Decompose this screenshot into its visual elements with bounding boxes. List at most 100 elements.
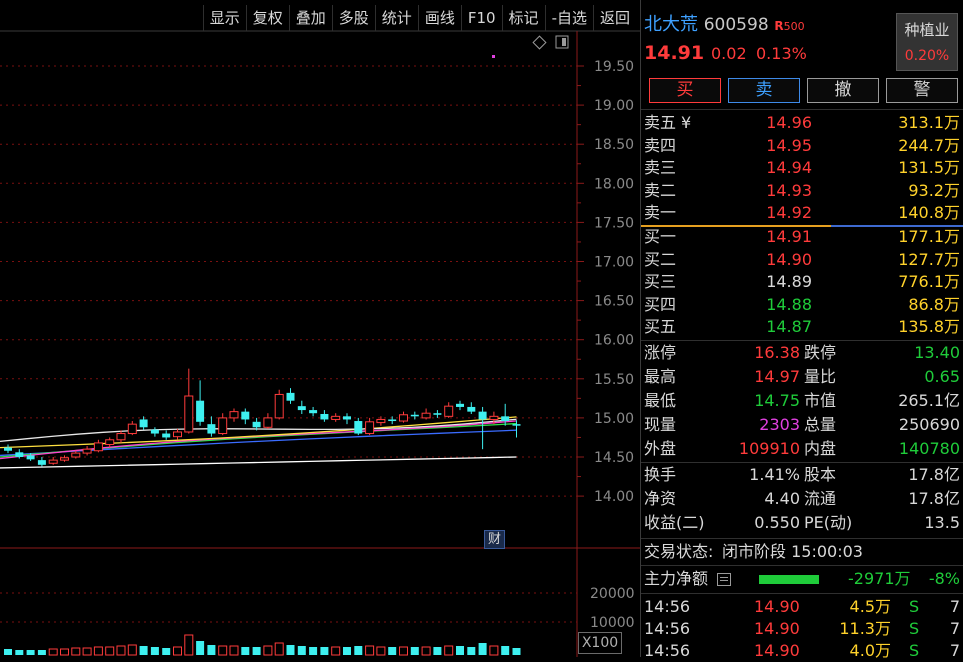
volume-bar-up — [421, 646, 431, 656]
stat-value: 109910 — [738, 439, 800, 458]
list-icon[interactable] — [717, 573, 731, 586]
trade-status-label: 交易状态: — [644, 542, 714, 561]
candle-body-down — [162, 433, 171, 438]
volume-bar-down — [207, 645, 216, 655]
toolbar-multi-stock-button[interactable]: 多股 — [331, 5, 375, 31]
candle-body-down — [467, 406, 476, 412]
ask-row[interactable]: 卖三 14.94 131.5万 — [641, 157, 963, 179]
toolbar-back-button[interactable]: 返回 — [592, 5, 640, 31]
price-axis-label: 15.50 — [594, 372, 634, 388]
ask-row[interactable]: 卖一 14.92 140.8万 — [641, 202, 963, 224]
volume-bar-up — [173, 646, 182, 656]
mainforce-row[interactable]: 主力净额 -2971万 -8% — [641, 568, 963, 590]
ma-yellow — [0, 416, 517, 449]
sector-box[interactable]: 种植业 0.20% — [896, 13, 958, 71]
volume-bar-down — [15, 650, 24, 655]
stat-value: 0.65 — [924, 367, 960, 386]
fundamental-value: 17.8亿 — [908, 489, 960, 508]
volume-bar-down — [26, 650, 35, 655]
toolbar-draw-line-button[interactable]: 画线 — [417, 5, 461, 31]
stat-label: 现量 — [644, 415, 677, 434]
candle-body-down — [354, 421, 363, 434]
ask-volume: 140.8万 — [898, 203, 960, 222]
price-alert-button[interactable]: 警 — [886, 78, 958, 103]
stat-value: 250690 — [898, 415, 960, 434]
tick-count: 7 — [949, 619, 960, 638]
diamond-icon[interactable] — [532, 35, 547, 50]
sell-button[interactable]: 卖 — [728, 78, 800, 103]
bid-row[interactable]: 买四 14.88 86.8万 — [641, 294, 963, 316]
mainforce-bar — [759, 575, 819, 584]
bid-row[interactable]: 买五 14.87 135.8万 — [641, 316, 963, 338]
candle-body-up — [105, 439, 115, 445]
volume-bar-down — [354, 646, 363, 655]
toolbar-display-button[interactable]: 显示 — [202, 5, 246, 31]
tick-row[interactable]: 14:56 14.90 11.3万 S 7 — [641, 618, 963, 640]
tick-price: 14.90 — [754, 597, 800, 616]
price-axis-label: 17.50 — [594, 215, 634, 231]
margin-tag: R500 — [774, 19, 805, 33]
price-axis-label: 16.50 — [594, 294, 634, 310]
stat-label: 内盘 — [804, 439, 837, 458]
bid-row[interactable]: 买二 14.90 127.7万 — [641, 249, 963, 271]
ask-row[interactable]: 卖五 ¥14.96 313.1万 — [641, 112, 963, 134]
kline-svg[interactable]: 19.50 19.00 18.50 18.00 17.50 17.00 16.50 16.00… — [0, 0, 640, 657]
fundamental-value: 0.550 — [754, 513, 800, 532]
stat-row: 最高 14.97 量比 0.65 — [641, 366, 963, 388]
trade-status-row: 交易状态: 闭市阶段 15:00:03 — [641, 541, 963, 563]
bid-price: 14.91 — [766, 227, 812, 246]
panel-toggle-icon[interactable] — [555, 35, 569, 49]
fundamental-row: 换手 1.41% 股本 17.8亿 — [641, 464, 963, 486]
cancel-order-button[interactable]: 撤 — [807, 78, 879, 103]
ask-volume: 131.5万 — [898, 158, 960, 177]
volume-bar-down — [512, 648, 521, 655]
candle-body-down — [286, 392, 295, 401]
volume-bar-up — [376, 646, 386, 656]
candle-body-up — [184, 395, 194, 433]
ask-volume: 244.7万 — [898, 135, 960, 155]
bid-price: 14.87 — [766, 317, 812, 336]
tick-time: 14:56 — [644, 597, 691, 616]
volume-bar-up — [218, 645, 228, 656]
price-change: 0.02 — [711, 44, 747, 63]
financial-report-badge[interactable]: 财 — [484, 530, 505, 549]
toolbar-f10-button[interactable]: F10 — [460, 5, 502, 31]
candle-body-up — [331, 415, 341, 420]
stat-label: 市值 — [804, 391, 837, 410]
fundamental-row: 收益(二) 0.550 PE(动) 13.5 — [641, 512, 963, 534]
candle-body-down — [150, 429, 159, 434]
ask-row[interactable]: 卖四 14.95 244.7万 — [641, 135, 963, 157]
bid-price: 14.90 — [766, 249, 812, 269]
volume-bar-up — [71, 647, 81, 656]
price-axis-label: 18.00 — [594, 176, 634, 192]
tick-side: S — [909, 641, 920, 660]
tick-row[interactable]: 14:56 14.90 4.0万 S 7 — [641, 640, 963, 662]
ask-price: 14.95 — [766, 135, 812, 155]
stat-label: 涨停 — [644, 343, 677, 362]
toolbar-statistics-button[interactable]: 统计 — [374, 5, 418, 31]
mainforce-value: -2971万 — [848, 569, 911, 588]
kline-chart-area[interactable]: 19.50 19.00 18.50 18.00 17.50 17.00 16.50 16.00… — [0, 0, 640, 657]
volume-bar-down — [467, 647, 476, 655]
price-axis-label: 16.00 — [594, 333, 634, 349]
toolbar-adjust-button[interactable]: 复权 — [245, 5, 289, 31]
candle-body-up — [444, 405, 454, 417]
volume-bar-up — [105, 646, 115, 656]
fundamental-label: 流通 — [804, 489, 837, 508]
volume-bar-up — [93, 646, 103, 656]
mainforce-pct: -8% — [928, 569, 960, 588]
toolbar-remove-watchlist-button[interactable]: -自选 — [544, 5, 593, 31]
volume-bar-down — [150, 647, 159, 655]
toolbar-mark-button[interactable]: 标记 — [501, 5, 545, 31]
bid-price: 14.88 — [766, 294, 812, 314]
volume-bar-up — [489, 645, 499, 656]
sector-name: 种植业 — [904, 21, 950, 39]
tick-row[interactable]: 14:56 14.90 4.5万 S 7 — [641, 596, 963, 618]
bid-row[interactable]: 买一 14.91 177.1万 — [641, 226, 963, 248]
toolbar-overlay-button[interactable]: 叠加 — [288, 5, 332, 31]
buy-button[interactable]: 买 — [649, 78, 721, 103]
fundamental-row: 净资 4.40 流通 17.8亿 — [641, 488, 963, 510]
bid-row[interactable]: 买三 14.89 776.1万 — [641, 271, 963, 293]
candle-body-up — [274, 393, 284, 419]
ask-row[interactable]: 卖二 14.93 93.2万 — [641, 180, 963, 202]
